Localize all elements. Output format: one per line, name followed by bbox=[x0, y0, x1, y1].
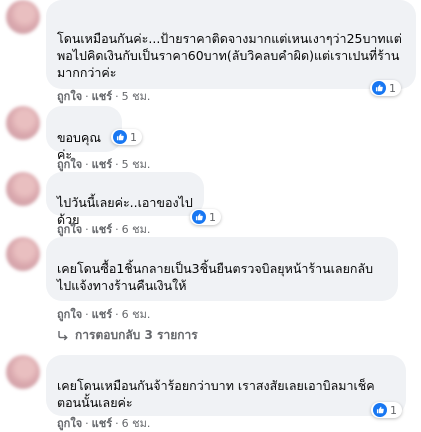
share-link[interactable]: แชร์ bbox=[92, 90, 112, 103]
timestamp[interactable]: 6 ชม. bbox=[122, 308, 151, 321]
share-link[interactable]: แชร์ bbox=[92, 158, 112, 171]
comment-text: เคยโดนเหมือนกันจ้าร้อยกว่าบาท เราสงสัยเล… bbox=[57, 378, 375, 410]
reaction-count: 1 bbox=[389, 81, 396, 95]
comment-text: โดนเหมือนกันค่ะ...ป้ายราคาติดจางมากแต่เห… bbox=[57, 31, 402, 80]
comment-bubble: เคยโดนเหมือนกันจ้าร้อยกว่าบาท เราสงสัยเล… bbox=[46, 355, 406, 416]
reaction-badge[interactable]: 1 bbox=[111, 129, 142, 145]
comment-bubble: เคยโดนซื้อ1ชิ้นกลายเป็น3ชิ้นยืนตรวจบิลยุ… bbox=[46, 237, 398, 301]
like-link[interactable]: ถูกใจ bbox=[57, 417, 82, 430]
timestamp[interactable]: 5 ชม. bbox=[122, 158, 151, 171]
reaction-count: 1 bbox=[209, 210, 216, 224]
reply-arrow-icon bbox=[58, 330, 68, 340]
like-icon bbox=[373, 403, 387, 417]
view-replies-label: การตอบกลับ 3 รายการ bbox=[75, 328, 198, 342]
reaction-count: 1 bbox=[130, 130, 137, 144]
avatar[interactable] bbox=[6, 0, 40, 34]
timestamp[interactable]: 6 ชม. bbox=[122, 223, 151, 236]
like-icon bbox=[113, 130, 127, 144]
reaction-badge[interactable]: 1 bbox=[190, 209, 221, 225]
comment-text: เคยโดนซื้อ1ชิ้นกลายเป็น3ชิ้นยืนตรวจบิลยุ… bbox=[57, 261, 374, 293]
share-link[interactable]: แชร์ bbox=[92, 308, 112, 321]
like-icon bbox=[372, 81, 386, 95]
comment-bubble: ขอบคุณค่ะ bbox=[46, 106, 122, 162]
like-icon bbox=[192, 210, 206, 224]
like-link[interactable]: ถูกใจ bbox=[57, 223, 82, 236]
avatar[interactable] bbox=[6, 237, 40, 271]
like-link[interactable]: ถูกใจ bbox=[57, 158, 82, 171]
timestamp[interactable]: 6 ชม. bbox=[122, 417, 151, 430]
share-link[interactable]: แชร์ bbox=[92, 417, 112, 430]
comment-actions: ถูกใจ · แชร์ · 6 ชม. bbox=[57, 417, 151, 430]
comment-actions: ถูกใจ · แชร์ · 5 ชม. bbox=[57, 158, 151, 171]
like-link[interactable]: ถูกใจ bbox=[57, 308, 82, 321]
like-link[interactable]: ถูกใจ bbox=[57, 90, 82, 103]
comment-actions: ถูกใจ · แชร์ · 6 ชม. bbox=[57, 308, 151, 321]
comment-actions: ถูกใจ · แชร์ · 5 ชม. bbox=[57, 90, 151, 103]
comment-actions: ถูกใจ · แชร์ · 6 ชม. bbox=[57, 223, 151, 236]
avatar[interactable] bbox=[6, 172, 40, 206]
avatar[interactable] bbox=[6, 106, 40, 140]
reaction-count: 1 bbox=[390, 403, 397, 417]
view-replies-link[interactable]: การตอบกลับ 3 รายการ bbox=[57, 326, 198, 345]
reaction-badge[interactable]: 1 bbox=[371, 402, 402, 418]
comment-bubble: ไปวันนี้เลยค่ะ..เอาของไปด้วย bbox=[46, 172, 204, 227]
share-link[interactable]: แชร์ bbox=[92, 223, 112, 236]
avatar[interactable] bbox=[6, 355, 40, 389]
reaction-badge[interactable]: 1 bbox=[370, 80, 401, 96]
comment-bubble: โดนเหมือนกันค่ะ...ป้ายราคาติดจางมากแต่เห… bbox=[46, 0, 416, 89]
timestamp[interactable]: 5 ชม. bbox=[122, 90, 151, 103]
